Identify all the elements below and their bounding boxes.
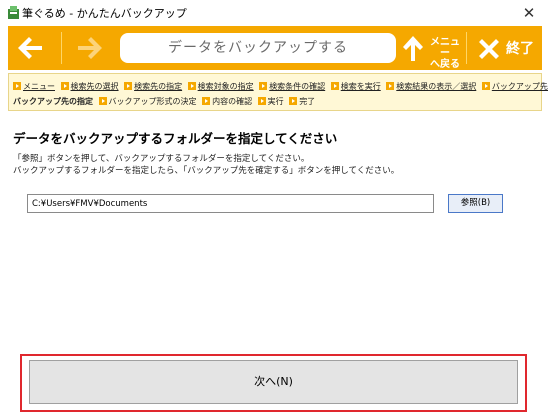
breadcrumb: メニュー 検索先の選択 検索先の指定 検索対象の指定 検索条件の確認 検索を実行… bbox=[8, 73, 548, 111]
breadcrumb-arrow-icon bbox=[13, 82, 21, 90]
breadcrumb-arrow-icon bbox=[187, 82, 196, 90]
breadcrumb-item-current: バックアップ先の指定 bbox=[13, 97, 93, 106]
breadcrumb-arrow-icon bbox=[60, 82, 69, 90]
breadcrumb-item[interactable]: 検索を実行 bbox=[330, 80, 381, 94]
breadcrumb-row-2: バックアップ先の指定 バックアップ形式の決定 内容の確認 実行 完了 bbox=[13, 95, 318, 109]
close-window-button[interactable]: ✕ bbox=[514, 2, 544, 24]
breadcrumb-arrow-icon bbox=[330, 82, 339, 90]
breadcrumb-row-1: メニュー 検索先の選択 検索先の指定 検索対象の指定 検索条件の確認 検索を実行… bbox=[13, 80, 548, 94]
up-arrow-icon bbox=[403, 36, 423, 61]
breadcrumb-arrow-icon bbox=[259, 82, 268, 90]
window-title: 筆ぐるめ - かんたんバックアップ bbox=[22, 7, 187, 20]
instruction-line-1: 「参照」ボタンを押して、バックアップするフォルダーを指定してください。 bbox=[13, 154, 310, 164]
exit-button[interactable]: 終了 bbox=[470, 26, 540, 70]
next-button[interactable]: 次へ(N) bbox=[29, 360, 518, 404]
browse-button[interactable]: 参照(B) bbox=[448, 194, 503, 213]
breadcrumb-item[interactable]: 検索先の指定 bbox=[124, 80, 182, 94]
breadcrumb-arrow-icon bbox=[386, 82, 395, 90]
title-bar: 筆ぐるめ - かんたんバックアップ ✕ bbox=[0, 0, 548, 26]
menu-back-line2: へ戻る bbox=[430, 59, 460, 70]
breadcrumb-item[interactable]: 検索結果の表示／選択 bbox=[386, 80, 476, 94]
right-arrow-icon bbox=[78, 37, 102, 59]
breadcrumb-arrow-icon bbox=[202, 97, 211, 105]
menu-back-line1: メニュー bbox=[430, 37, 460, 59]
app-icon bbox=[8, 6, 19, 19]
breadcrumb-item[interactable]: 検索先の選択 bbox=[60, 80, 119, 94]
forward-button[interactable] bbox=[68, 26, 112, 70]
toolbar: データをバックアップする メニュー へ戻る 終了 bbox=[8, 26, 542, 70]
section-heading: データをバックアップするフォルダーを指定してください bbox=[13, 131, 338, 146]
breadcrumb-item[interactable]: 検索対象の指定 bbox=[187, 80, 254, 94]
breadcrumb-arrow-icon bbox=[124, 82, 133, 90]
breadcrumb-item: 完了 bbox=[289, 95, 315, 109]
instructions: 「参照」ボタンを押して、バックアップするフォルダーを指定してください。 バックア… bbox=[13, 153, 399, 177]
close-icon bbox=[479, 39, 499, 59]
instruction-line-2: バックアップするフォルダーを指定したら、「バックアップ先を確定する」ボタンを押し… bbox=[13, 166, 400, 176]
breadcrumb-item[interactable]: メニュー bbox=[13, 80, 55, 94]
menu-back-button[interactable]: メニュー へ戻る bbox=[398, 26, 462, 70]
breadcrumb-item[interactable]: 検索条件の確認 bbox=[259, 80, 325, 94]
back-button[interactable] bbox=[8, 26, 52, 70]
breadcrumb-item: 実行 bbox=[257, 95, 284, 109]
breadcrumb-item: 内容の確認 bbox=[202, 95, 252, 109]
folder-path-input[interactable] bbox=[27, 194, 434, 213]
breadcrumb-arrow-icon bbox=[98, 97, 107, 105]
left-arrow-icon bbox=[18, 37, 42, 59]
page-title: データをバックアップする bbox=[120, 33, 396, 63]
breadcrumb-item[interactable]: バックアップ先の選択 bbox=[481, 80, 548, 94]
breadcrumb-arrow-icon bbox=[257, 97, 266, 105]
breadcrumb-arrow-icon bbox=[481, 82, 490, 90]
breadcrumb-item: バックアップ形式の決定 bbox=[98, 95, 197, 109]
exit-label: 終了 bbox=[506, 41, 534, 57]
breadcrumb-arrow-icon bbox=[289, 97, 298, 105]
